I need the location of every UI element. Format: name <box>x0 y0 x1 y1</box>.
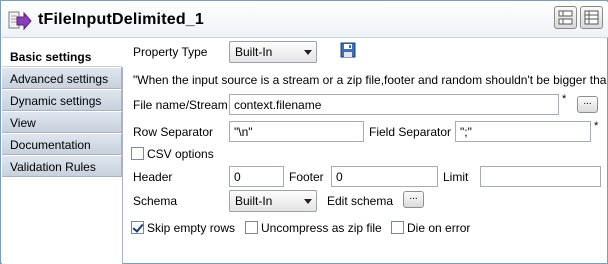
row-separator-label: Row Separator <box>133 125 214 139</box>
property-type-value: Built-In <box>235 45 273 59</box>
uncompress-zip-checkbox[interactable] <box>245 221 258 234</box>
csv-options-checkbox[interactable] <box>131 147 144 160</box>
chevron-down-icon <box>304 50 312 55</box>
save-icon[interactable] <box>340 42 356 61</box>
required-mark-2: * <box>594 120 599 132</box>
layout-list-button[interactable] <box>580 6 603 29</box>
required-mark: * <box>562 93 567 105</box>
schema-value: Built-In <box>235 194 273 208</box>
component-title: tFileInputDelimited_1 <box>38 11 204 28</box>
skip-empty-rows-label: Skip empty rows <box>147 221 236 235</box>
file-name-input[interactable] <box>229 94 559 115</box>
layout-grid-button[interactable] <box>554 6 577 29</box>
uncompress-zip-label: Uncompress as zip file <box>261 221 382 235</box>
field-separator-input[interactable] <box>455 121 591 142</box>
header-input[interactable] <box>229 166 284 187</box>
csv-options-label: CSV options <box>147 147 214 161</box>
tab-dynamic-settings[interactable]: Dynamic settings <box>2 89 122 111</box>
header-label: Header <box>133 170 173 184</box>
settings-tabs: Basic settings Advanced settings Dynamic… <box>2 45 122 264</box>
edit-schema-label: Edit schema <box>327 194 394 208</box>
file-input-delimited-icon <box>8 10 32 32</box>
property-type-select[interactable]: Built-In <box>229 41 317 63</box>
layout-grid-icon <box>558 10 573 25</box>
edit-schema-button[interactable]: ... <box>403 191 424 208</box>
tab-documentation[interactable]: Documentation <box>2 133 122 155</box>
file-name-label: File name/Stream <box>133 98 228 112</box>
footer-warning-text: "When the input source is a stream or a … <box>133 73 607 87</box>
field-separator-label: Field Separator <box>369 125 452 139</box>
schema-label: Schema <box>133 194 178 208</box>
tab-view[interactable]: View <box>2 111 122 133</box>
browse-button[interactable]: ... <box>577 96 598 113</box>
footer-label: Footer <box>289 170 324 184</box>
schema-select[interactable]: Built-In <box>229 190 317 212</box>
skip-empty-rows-checkbox[interactable] <box>131 221 144 234</box>
title-bar: tFileInputDelimited_1 <box>2 2 608 38</box>
layout-list-icon <box>584 10 599 25</box>
die-on-error-label: Die on error <box>407 221 471 235</box>
die-on-error-checkbox[interactable] <box>391 221 404 234</box>
row-separator-input[interactable] <box>229 121 364 142</box>
limit-input[interactable] <box>480 166 601 187</box>
chevron-down-icon <box>304 199 312 204</box>
footer-input[interactable] <box>331 166 438 187</box>
tab-validation-rules[interactable]: Validation Rules <box>2 155 122 177</box>
property-type-label: Property Type <box>133 45 208 59</box>
tab-advanced-settings[interactable]: Advanced settings <box>2 67 122 89</box>
component-settings-panel: tFileInputDelimited_1 Basic settings Adv… <box>0 0 608 264</box>
basic-settings-content: Property Type Built-In "When the input s… <box>123 39 608 264</box>
tab-basic-settings[interactable]: Basic settings <box>2 45 122 67</box>
limit-label: Limit <box>443 170 469 184</box>
